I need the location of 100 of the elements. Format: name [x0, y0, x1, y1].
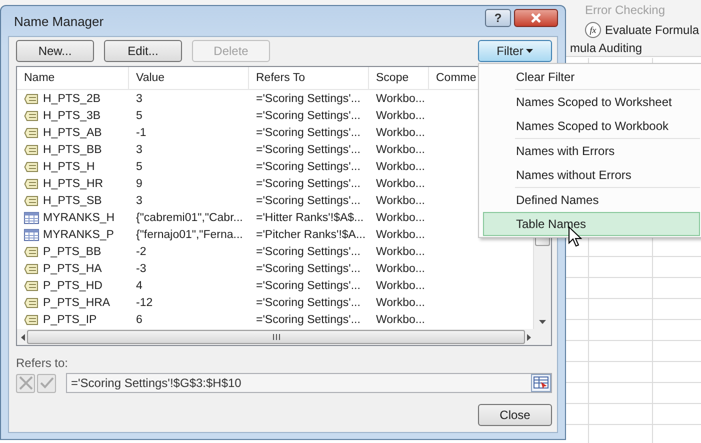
table-cell-text: ='Scoring Settings'...	[255, 194, 362, 206]
name-text: H_PTS_H	[43, 160, 95, 172]
tag-icon	[24, 246, 39, 258]
column-header[interactable]: Scope	[369, 67, 429, 89]
scroll-thumb[interactable]	[27, 330, 525, 344]
table-cell-text: Workbo...	[375, 296, 426, 308]
name-text: P_PTS_HA	[43, 262, 102, 274]
tag-icon	[24, 280, 39, 292]
table-cell-text: Workbo...	[375, 92, 426, 104]
table-cell-text: Workbo...	[375, 126, 426, 138]
name-text: MYRANKS_P	[43, 228, 114, 240]
name-text: H_PTS_HR	[43, 178, 104, 190]
table-cell-text: ='Scoring Settings'...	[255, 126, 362, 138]
table-cell-text: Workbo...	[375, 144, 426, 156]
table-cell-text: ='Scoring Settings'...	[255, 314, 362, 326]
name-text: P_PTS_IP	[43, 314, 97, 326]
table-cell-text: 3	[135, 144, 144, 156]
filter-button[interactable]: Filter	[478, 40, 552, 62]
window-title: Name Manager	[13, 14, 104, 28]
refers-to-field[interactable]: ='Scoring Settings'!$G$3:$H$10	[66, 373, 552, 393]
column-header[interactable]: Refers To	[249, 67, 369, 89]
menu-item[interactable]: Names Scoped to Worksheet	[483, 90, 700, 114]
close-button[interactable]	[514, 9, 558, 27]
menu-item[interactable]: Names without Errors	[483, 163, 700, 187]
table-cell-text: Workbo...	[375, 110, 426, 122]
name-text: P_PTS_BB	[43, 246, 102, 258]
grip-icon	[272, 334, 280, 340]
table-cell-text: -3	[135, 262, 148, 274]
tag-icon	[24, 92, 39, 104]
menu-item[interactable]: Names Scoped to Workbook	[483, 114, 700, 138]
column-header[interactable]: Name	[17, 67, 129, 89]
column-header[interactable]: Value	[129, 67, 249, 89]
table-cell-text: 9	[135, 178, 144, 190]
table-cell-text: 5	[135, 160, 144, 172]
close-icon	[530, 13, 542, 23]
down-arrow-icon[interactable]	[539, 320, 546, 324]
table-cell-text: ='Scoring Settings'...	[255, 144, 362, 156]
name-text: H_PTS_AB	[43, 126, 102, 138]
right-arrow-icon[interactable]	[527, 334, 531, 340]
table-icon	[24, 212, 39, 224]
table-cell-text: {"fernajo01","Ferna...	[135, 228, 244, 240]
menu-item[interactable]: Clear Filter	[483, 65, 700, 89]
name-text: H_PTS_2B	[43, 92, 101, 104]
tag-icon	[24, 194, 39, 206]
check-icon	[40, 377, 54, 389]
table-cell-text: Workbo...	[375, 160, 426, 172]
name-text: P_PTS_HRA	[43, 296, 110, 308]
toolbar-button[interactable]: Edit...	[104, 40, 182, 62]
table-cell-text: ='Pitcher Ranks'!$A...	[255, 228, 367, 240]
menu-item[interactable]: Names with Errors	[483, 139, 700, 163]
table-cell-text: Workbo...	[375, 246, 426, 258]
table-cell-text: 3	[135, 92, 144, 104]
table-cell-text: Workbo...	[375, 212, 426, 224]
table-cell-text: ='Scoring Settings'...	[255, 110, 362, 122]
table-cell-text: Workbo...	[375, 194, 426, 206]
horizontal-scrollbar[interactable]	[17, 329, 551, 345]
field-label: Refers to:	[16, 356, 70, 370]
toolbar-button[interactable]: New...	[16, 40, 94, 62]
table-cell-text: ='Scoring Settings'...	[255, 92, 362, 104]
tag-icon	[24, 110, 39, 122]
help-button[interactable]: ?	[485, 9, 511, 27]
tag-icon	[24, 296, 39, 308]
function-icon: fx	[585, 22, 601, 38]
caret-icon	[526, 49, 534, 53]
table-cell-text: Workbo...	[375, 280, 426, 292]
table-cell-text: Workbo...	[375, 262, 426, 274]
table-cell-text: 3	[135, 194, 144, 206]
table-cell-text: -2	[135, 246, 148, 258]
table-cell-text: ='Scoring Settings'...	[255, 246, 362, 258]
name-text: H_PTS_3B	[43, 110, 101, 122]
name-text: H_PTS_SB	[43, 194, 102, 206]
table-cell-text: {"cabremi01","Cabr...	[135, 212, 244, 224]
tag-icon	[24, 160, 39, 172]
table-icon	[24, 228, 39, 240]
table-cell-text: ='Scoring Settings'...	[255, 178, 362, 190]
table-cell-text: ='Hitter Ranks'!$A$...	[255, 212, 365, 224]
ribbon-group-label: mula Auditing	[570, 41, 644, 55]
menu-item[interactable]: Defined Names	[483, 188, 700, 212]
table-cell-text: 5	[135, 110, 144, 122]
tag-icon	[24, 314, 39, 326]
ribbon-command[interactable]: Evaluate Formula	[605, 23, 700, 37]
table-cell-text: ='Scoring Settings'...	[255, 280, 362, 292]
tag-icon	[24, 262, 39, 274]
table-cell-text: 6	[135, 314, 144, 326]
table-cell-text: Workbo...	[375, 178, 426, 190]
tag-icon	[24, 178, 39, 190]
close-button[interactable]: Close	[478, 404, 552, 426]
left-arrow-icon[interactable]	[21, 334, 25, 340]
name-text: MYRANKS_H	[43, 212, 115, 224]
table-cell-text: 4	[135, 280, 144, 292]
menu-item[interactable]: Table Names	[483, 212, 700, 236]
table-cell-text: -1	[135, 126, 148, 138]
table-cell-text: Workbo...	[375, 314, 426, 326]
name-text: H_PTS_BB	[43, 144, 102, 156]
tag-icon	[24, 144, 39, 156]
range-picker-icon[interactable]	[531, 374, 551, 392]
name-text: P_PTS_HD	[43, 280, 102, 292]
table-cell-text: ='Scoring Settings'...	[255, 262, 362, 274]
table-cell-text: Workbo...	[375, 228, 426, 240]
cross-icon	[18, 376, 32, 390]
